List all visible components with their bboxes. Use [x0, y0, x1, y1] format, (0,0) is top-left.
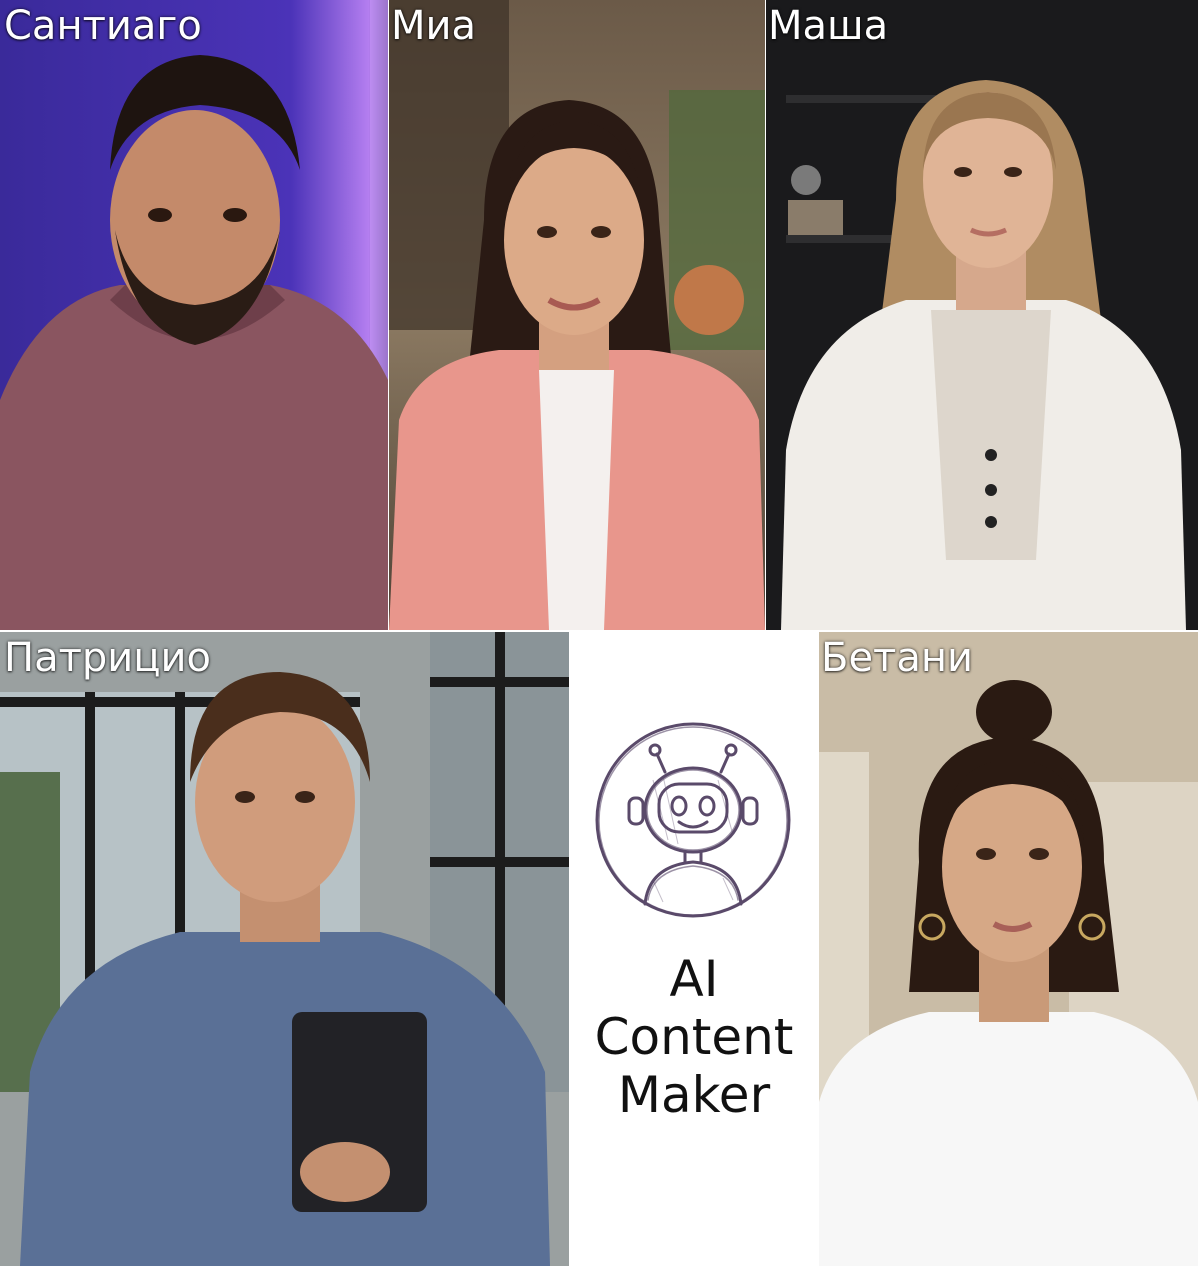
- logo-line: Maker: [617, 1066, 771, 1124]
- avatar-name: Миа: [391, 3, 477, 49]
- portrait-santiago: [0, 0, 388, 630]
- avatar-name: Патрицио: [4, 635, 211, 681]
- avatar-tile-mia[interactable]: Миа: [389, 0, 765, 630]
- portrait-patricio: [0, 632, 569, 1266]
- avatar-tile-santiago[interactable]: Сантиаго: [0, 0, 388, 630]
- portrait-bethany: [819, 632, 1198, 1266]
- robot-head-icon: [595, 722, 791, 918]
- avatar-tile-masha[interactable]: Маша: [766, 0, 1198, 630]
- logo-line: AI: [669, 950, 719, 1008]
- avatar-name: Маша: [768, 3, 889, 49]
- avatar-tile-bethany[interactable]: Бетани: [819, 632, 1198, 1266]
- avatar-name: Сантиаго: [4, 3, 202, 49]
- logo-line: Content: [594, 1008, 794, 1066]
- logo-wordmark: AI Content Maker: [569, 950, 819, 1124]
- avatar-tile-patricio[interactable]: Патрицио: [0, 632, 569, 1266]
- portrait-mia: [389, 0, 765, 630]
- logo-tile: AI Content Maker: [569, 632, 819, 1266]
- avatar-name: Бетани: [821, 635, 974, 681]
- portrait-masha: [766, 0, 1198, 630]
